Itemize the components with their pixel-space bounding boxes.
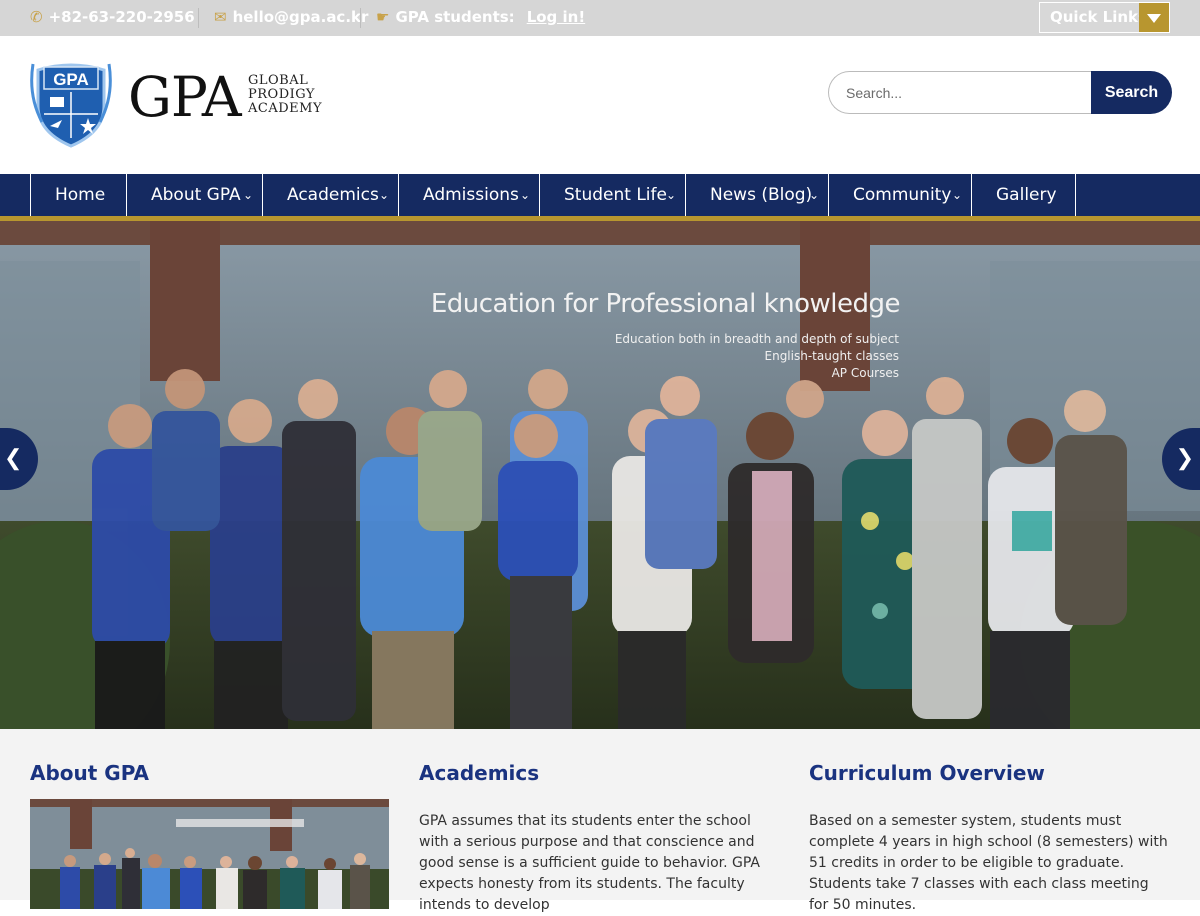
nav-item-student-life[interactable]: Student Life ⌄ — [539, 174, 686, 216]
quick-links-label: Quick Links — [1050, 8, 1147, 26]
nav-item-community[interactable]: Community ⌄ — [828, 174, 972, 216]
about-title[interactable]: About GPA — [30, 761, 149, 785]
divider — [360, 8, 361, 28]
nav-item-admissions[interactable]: Admissions ⌄ — [398, 174, 540, 216]
chevron-down-icon: ⌄ — [665, 188, 676, 202]
brand-sub-line: ACADEMY — [248, 101, 323, 116]
nav-label: Academics — [287, 185, 379, 205]
hero-title: Education for Professional knowledge — [430, 289, 901, 319]
chevron-down-icon: ⌄ — [378, 188, 389, 202]
academics-text: GPA assumes that its students enter the … — [419, 813, 761, 913]
curriculum-title[interactable]: Curriculum Overview — [809, 761, 1045, 785]
chevron-left-icon: ❮ — [4, 445, 23, 470]
nav-label: Home — [55, 185, 106, 205]
hero-line: AP Courses — [831, 366, 899, 380]
brand-sub-line: GLOBAL — [248, 73, 309, 88]
crest-text: GPA — [53, 70, 89, 89]
nav-item-about[interactable]: About GPA ⌄ — [126, 174, 263, 216]
phone-number: +82-63-220-2956 — [48, 8, 195, 26]
quick-links-dropdown[interactable]: Quick Links — [1039, 2, 1170, 33]
chevron-down-icon: ⌄ — [951, 188, 962, 202]
hero-line: Education both in breadth and depth of s… — [614, 332, 899, 346]
content-section: About GPA Academics GPA assumes that its… — [0, 729, 1200, 913]
school-crest-logo[interactable]: GPA — [30, 56, 112, 148]
students-label: GPA students: — [395, 8, 515, 26]
hero-slider: Education for Professional knowledge Edu… — [0, 221, 1200, 729]
curriculum-text: Based on a semester system, students mus… — [809, 813, 1168, 913]
divider — [198, 8, 199, 28]
nav-label: Community — [853, 185, 952, 205]
nav-item-news[interactable]: News (Blog) ⌄ — [685, 174, 829, 216]
nav-item-home[interactable]: Home — [30, 174, 127, 216]
chevron-down-icon: ⌄ — [519, 188, 530, 202]
top-bar: ✆ +82-63-220-2956 ✉ hello@gpa.ac.kr ☛ GPA s… — [0, 0, 1200, 36]
email-address: hello@gpa.ac.kr — [232, 8, 369, 26]
students-item: ☛ GPA students: Log in! — [376, 0, 585, 36]
nav-item-academics[interactable]: Academics ⌄ — [262, 174, 399, 216]
phone-item[interactable]: ✆ +82-63-220-2956 — [30, 0, 195, 36]
brand-subtitle: GLOBAL PRODIGY ACADEMY — [248, 74, 322, 116]
chevron-down-icon: ⌄ — [808, 188, 819, 202]
nav-label: Student Life — [564, 185, 667, 205]
nav-label: News (Blog) — [710, 185, 813, 205]
search-input[interactable] — [828, 71, 1093, 114]
search-button[interactable]: Search — [1091, 71, 1172, 114]
academics-title[interactable]: Academics — [419, 761, 539, 785]
nav-label: About GPA — [151, 185, 241, 205]
login-link[interactable]: Log in! — [527, 8, 585, 26]
phone-icon: ✆ — [30, 8, 43, 26]
about-thumbnail-image[interactable] — [30, 799, 389, 909]
email-item[interactable]: ✉ hello@gpa.ac.kr — [214, 0, 368, 36]
pointing-hand-icon: ☛ — [376, 8, 390, 26]
brand-wordmark[interactable]: GPA — [128, 69, 242, 125]
nav-label: Gallery — [996, 185, 1057, 205]
nav-label: Admissions — [423, 185, 519, 205]
dropdown-arrow-icon[interactable] — [1139, 3, 1169, 32]
site-header: GPA GPA GLOBAL PRODIGY ACADEMY Search — [0, 36, 1200, 174]
nav-item-gallery[interactable]: Gallery — [971, 174, 1076, 216]
chevron-down-icon: ⌄ — [242, 188, 253, 202]
brand-sub-line: PRODIGY — [248, 87, 315, 102]
chevron-right-icon: ❯ — [1175, 445, 1194, 470]
hero-line: English-taught classes — [764, 349, 900, 363]
main-nav: Home About GPA ⌄ Academics ⌄ Admissions ⌄ S… — [0, 174, 1200, 216]
envelope-icon: ✉ — [214, 8, 227, 26]
